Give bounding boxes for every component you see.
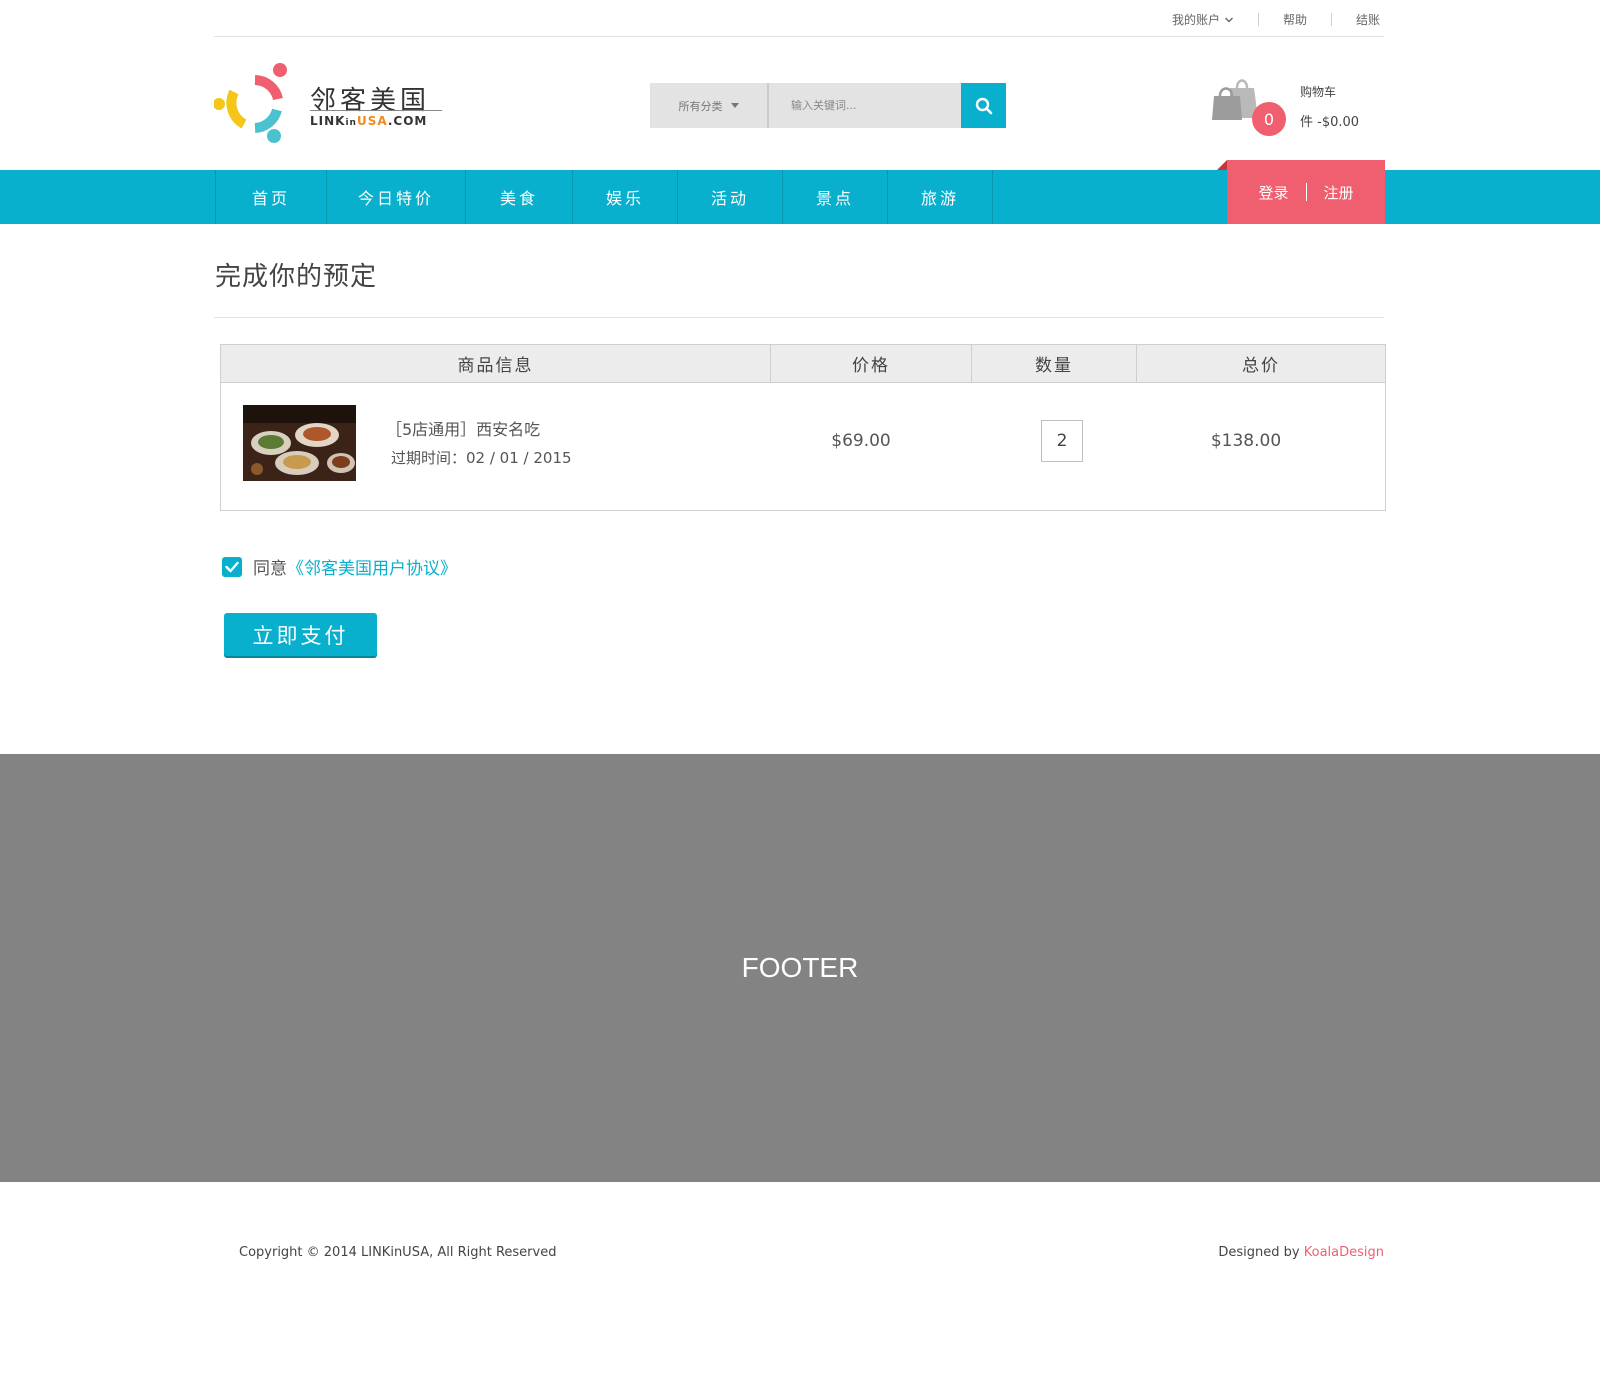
product-total: $138.00 <box>1210 431 1282 451</box>
logo-mark-icon <box>214 63 287 143</box>
nav-item-deals[interactable]: 今日特价 <box>327 170 466 224</box>
order-table: 商品信息 价格 数量 总价 ［5店通用］西安名吃 过期时间：02 / 01 / … <box>220 344 1386 511</box>
register-link[interactable]: 注册 <box>1307 182 1371 203</box>
nav-item-attractions[interactable]: 景点 <box>783 170 888 224</box>
category-select[interactable]: 所有分类 <box>650 83 767 128</box>
ribbon-fold <box>1217 160 1227 170</box>
column-header-price: 价格 <box>771 345 972 382</box>
divider <box>1330 13 1332 26</box>
help-link[interactable]: 帮助 <box>1283 11 1307 28</box>
designer-link[interactable]: KoalaDesign <box>1304 1245 1384 1260</box>
checkout-link[interactable]: 结账 <box>1356 11 1380 28</box>
logo-en-suffix: .COM <box>387 114 428 128</box>
product-photo <box>243 405 356 481</box>
product-thumbnail[interactable] <box>243 405 356 481</box>
category-label: 所有分类 <box>678 99 723 113</box>
site-logo[interactable]: 邻客美国 LINKinUSA.COM <box>214 62 444 144</box>
agree-label: 同意 <box>253 559 287 579</box>
user-agreement-link[interactable]: 《邻客美国用户协议》 <box>287 554 457 579</box>
main-nav: 首页 今日特价 美食 娱乐 活动 景点 旅游 <box>215 170 993 224</box>
divider <box>1257 13 1259 26</box>
top-utility-bar: 我的账户 帮助 结账 <box>214 0 1384 37</box>
check-icon <box>225 561 239 572</box>
copyright-text: Copyright © 2014 LINKinUSA, All Right Re… <box>239 1245 557 1260</box>
nav-item-food[interactable]: 美食 <box>466 170 573 224</box>
nav-item-home[interactable]: 首页 <box>216 170 327 224</box>
footer-label: FOOTER <box>741 952 859 983</box>
utility-links: 我的账户 帮助 结账 <box>1172 11 1380 28</box>
designed-by-label: Designed by <box>1218 1245 1304 1260</box>
my-account-label: 我的账户 <box>1171 13 1220 27</box>
auth-box: 登录 注册 <box>1217 160 1385 224</box>
nav-item-events[interactable]: 活动 <box>678 170 783 224</box>
logo-chinese-name: 邻客美国 <box>310 86 431 116</box>
search-icon <box>975 97 992 114</box>
cart-count-badge: 0 <box>1252 102 1286 136</box>
cart-summary: 件 -$0.00 <box>1300 115 1360 130</box>
designed-by: Designed by KoalaDesign <box>1218 1245 1384 1260</box>
product-price: $69.00 <box>831 431 891 451</box>
column-header-product: 商品信息 <box>221 345 771 382</box>
footer-placeholder: FOOTER <box>0 754 1600 1182</box>
search-bar: 所有分类 <box>650 83 1006 128</box>
nav-item-entertainment[interactable]: 娱乐 <box>573 170 678 224</box>
product-expiry: 过期时间：02 / 01 / 2015 <box>391 449 572 467</box>
title-divider <box>214 317 1384 318</box>
pay-now-button[interactable]: 立即支付 <box>224 613 377 656</box>
cart-label: 购物车 <box>1300 85 1337 99</box>
nav-item-travel[interactable]: 旅游 <box>888 170 993 224</box>
logo-en-usa: USA <box>356 114 388 128</box>
column-header-quantity: 数量 <box>972 345 1137 382</box>
page-title: 完成你的预定 <box>215 262 378 292</box>
product-name[interactable]: ［5店通用］西安名吃 <box>386 416 540 440</box>
login-link[interactable]: 登录 <box>1241 182 1305 203</box>
search-button[interactable] <box>961 83 1006 128</box>
caret-down-icon <box>730 103 739 108</box>
logo-rule <box>310 110 442 111</box>
column-header-total: 总价 <box>1242 356 1280 376</box>
terms-agreement: 同意 《邻客美国用户协议》 <box>222 554 457 579</box>
logo-en-link: LINK <box>310 114 346 128</box>
quantity-input[interactable] <box>1041 420 1083 462</box>
agree-checkbox[interactable] <box>222 556 242 577</box>
my-account-link[interactable]: 我的账户 <box>1172 11 1234 28</box>
chevron-down-icon <box>1224 17 1233 22</box>
order-table-header: 商品信息 价格 数量 总价 <box>221 345 1385 383</box>
logo-english-name: LINKinUSA.COM <box>310 114 427 128</box>
search-input[interactable] <box>769 83 961 128</box>
logo-en-in: in <box>345 118 357 128</box>
cart-widget[interactable]: 0 购物车 件 -$0.00 <box>1212 74 1382 138</box>
